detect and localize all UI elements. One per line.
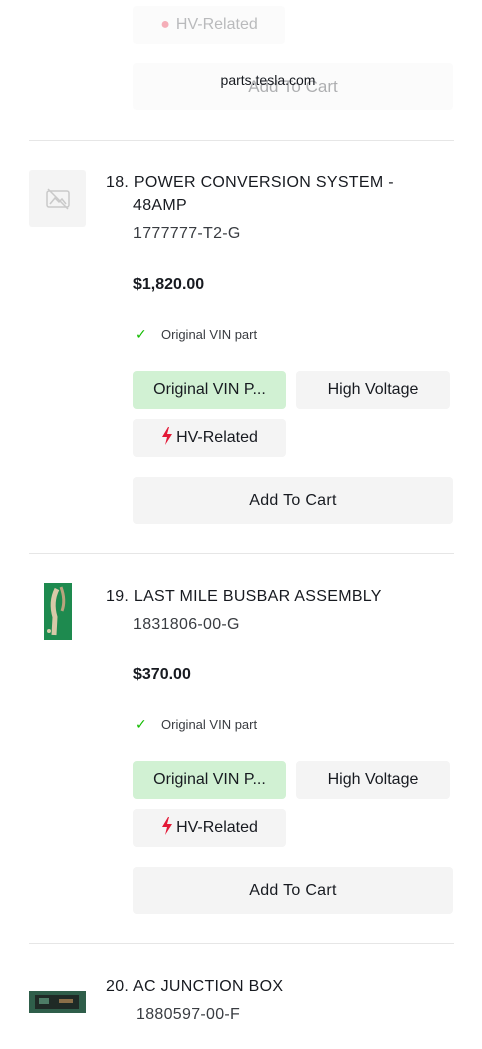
item-title-line: 48AMP bbox=[133, 197, 187, 214]
lightning-bolt-icon: ● bbox=[160, 16, 170, 33]
chip-label: HV-Related bbox=[176, 819, 258, 836]
part-number: 1880597-00-F bbox=[136, 1006, 241, 1023]
broken-image-icon bbox=[45, 187, 70, 210]
chip-label: HV-Related bbox=[176, 429, 258, 446]
vin-note: ✓ Original VIN part bbox=[135, 326, 257, 343]
divider bbox=[29, 140, 454, 141]
item-title[interactable]: 18. POWER CONVERSION SYSTEM - 48AMP bbox=[106, 171, 416, 217]
chip-label: Original VIN P... bbox=[153, 381, 266, 398]
part-number: 1831806-00-G bbox=[133, 616, 240, 633]
divider bbox=[29, 943, 454, 944]
item-title[interactable]: 19. LAST MILE BUSBAR ASSEMBLY bbox=[106, 585, 416, 608]
busbar-image bbox=[43, 583, 72, 640]
junction-box-image bbox=[29, 991, 86, 1013]
item-title[interactable]: 20. AC JUNCTION BOX bbox=[106, 975, 416, 998]
part-number: 1777777-T2-G bbox=[133, 225, 241, 242]
item-title-line: 20. AC JUNCTION BOX bbox=[106, 978, 284, 995]
browser-url-overlay: parts.tesla.com bbox=[220, 72, 316, 88]
chip-label: High Voltage bbox=[327, 771, 419, 788]
price: $370.00 bbox=[133, 666, 191, 683]
add-to-cart-button[interactable]: Add To Cart bbox=[133, 477, 453, 524]
item-title-line: 18. POWER CONVERSION SYSTEM - bbox=[106, 174, 394, 191]
original-vin-chip[interactable]: Original VIN P... bbox=[133, 761, 286, 799]
hv-related-chip[interactable]: HV-Related bbox=[133, 419, 286, 457]
price: $1,820.00 bbox=[133, 276, 205, 293]
chip-label: Original VIN P... bbox=[153, 771, 266, 788]
vin-note-text: Original VIN part bbox=[161, 717, 258, 732]
divider bbox=[29, 553, 454, 554]
check-icon: ✓ bbox=[135, 326, 147, 342]
check-icon: ✓ bbox=[135, 716, 147, 732]
junction-box-thumbnail[interactable] bbox=[29, 973, 86, 1030]
vin-note-text: Original VIN part bbox=[161, 327, 258, 342]
high-voltage-chip[interactable]: High Voltage bbox=[296, 761, 450, 799]
image-placeholder-icon[interactable] bbox=[29, 170, 86, 227]
original-vin-chip[interactable]: Original VIN P... bbox=[133, 371, 286, 409]
prev-hv-related-chip: ● HV-Related bbox=[133, 6, 285, 44]
add-to-cart-button[interactable]: Add To Cart bbox=[133, 867, 453, 914]
lightning-bolt-icon bbox=[161, 426, 173, 450]
item-title-line: 19. LAST MILE BUSBAR ASSEMBLY bbox=[106, 588, 382, 605]
chip-label: High Voltage bbox=[327, 381, 419, 398]
vin-note: ✓ Original VIN part bbox=[135, 716, 257, 733]
hv-related-chip[interactable]: HV-Related bbox=[133, 809, 286, 847]
prev-hv-chip-label: HV-Related bbox=[175, 16, 258, 33]
high-voltage-chip[interactable]: High Voltage bbox=[296, 371, 450, 409]
busbar-thumbnail[interactable] bbox=[29, 583, 86, 640]
lightning-bolt-icon bbox=[161, 816, 173, 840]
